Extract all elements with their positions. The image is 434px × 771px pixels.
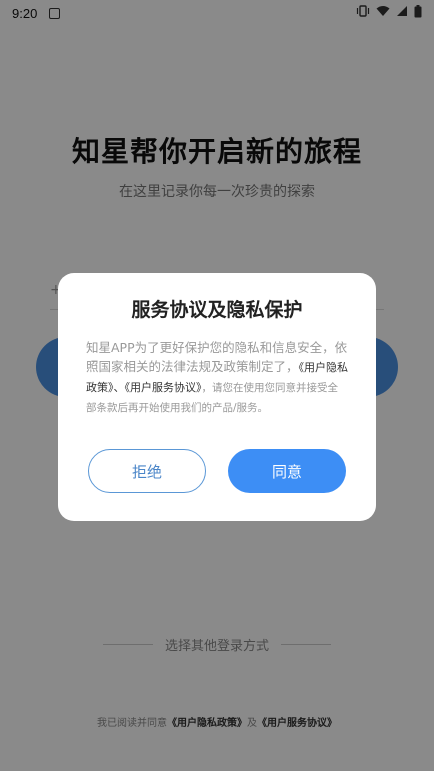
agree-button[interactable]: 同意 [228,449,346,493]
dialog-body: 知星APP为了更好保护您的隐私和信息安全，依照国家相关的法律法规及政策制定了，《… [86,338,348,416]
reject-button[interactable]: 拒绝 [88,449,206,493]
dialog-service-link[interactable]: 《用户服务协议》 [125,381,202,394]
dialog-separator: 、 [113,381,125,394]
dialog-title: 服务协议及隐私保护 [131,299,303,321]
dialog-actions: 拒绝 同意 [88,449,346,493]
privacy-dialog: 服务协议及隐私保护 知星APP为了更好保护您的隐私和信息安全，依照国家相关的法律… [58,273,376,521]
